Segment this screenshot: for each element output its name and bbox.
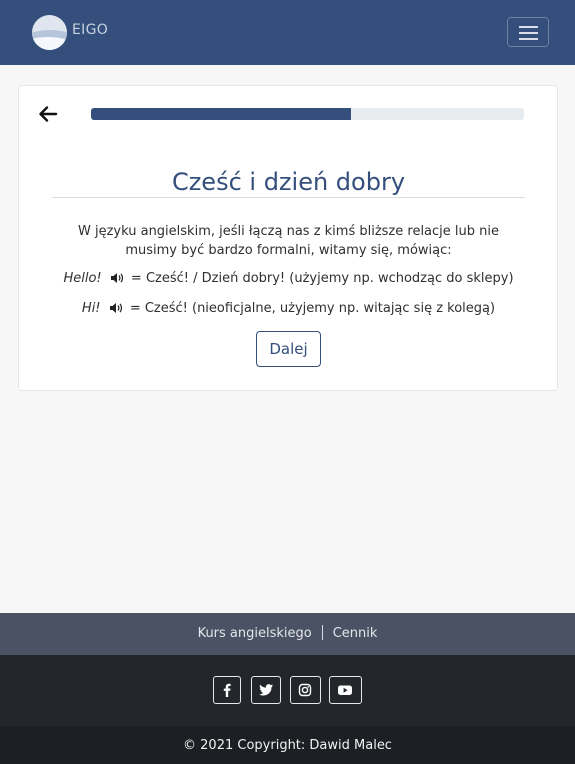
copyright-text: © 2021 Copyright: Dawid Malec: [0, 726, 575, 764]
twitter-button[interactable]: [251, 676, 281, 704]
youtube-icon: [338, 685, 352, 695]
footer-links: Kurs angielskiego Cennik: [0, 613, 575, 655]
arrow-left-icon[interactable]: [38, 104, 58, 124]
phrase-translation: = Cześć! (nieoficjalne, użyjemy np. wita…: [129, 301, 496, 316]
next-button[interactable]: Dalej: [256, 331, 321, 367]
hamburger-menu-icon: [519, 26, 538, 28]
phrase-row: Hello! = Cześć! / Dzień dobry! (użyjemy …: [52, 271, 525, 286]
phrase-translation: = Cześć! / Dzień dobry! (użyjemy np. wch…: [130, 271, 514, 286]
speaker-icon[interactable]: [110, 272, 125, 284]
facebook-button[interactable]: [213, 676, 241, 704]
facebook-icon: [223, 683, 231, 697]
twitter-icon: [259, 684, 273, 696]
lesson-progress: [91, 108, 524, 120]
footer-social: [0, 655, 575, 726]
navbar: EIGO: [0, 0, 575, 65]
speaker-icon[interactable]: [109, 302, 124, 314]
progress-bar-fill: [91, 108, 351, 120]
instagram-icon: [298, 683, 312, 697]
footer-link-course[interactable]: Kurs angielskiego: [198, 626, 312, 641]
brand-name[interactable]: EIGO: [72, 22, 108, 38]
title-divider: [52, 197, 525, 198]
instagram-button[interactable]: [290, 676, 321, 704]
lesson-intro: W języku angielskim, jeśli łączą nas z k…: [77, 224, 499, 258]
menu-toggle-button[interactable]: [507, 17, 549, 47]
phrase-row: Hi! = Cześć! (nieoficjalne, użyjemy np. …: [52, 301, 525, 316]
footer-link-pricing[interactable]: Cennik: [333, 626, 378, 641]
lesson-title: Cześć i dzień dobry: [171, 168, 406, 196]
phrase-english: Hi!: [81, 301, 101, 316]
phrase-english: Hello!: [63, 271, 102, 286]
footer-link-separator: [321, 625, 323, 640]
youtube-button[interactable]: [329, 676, 362, 704]
eigo-logo[interactable]: [32, 15, 67, 50]
